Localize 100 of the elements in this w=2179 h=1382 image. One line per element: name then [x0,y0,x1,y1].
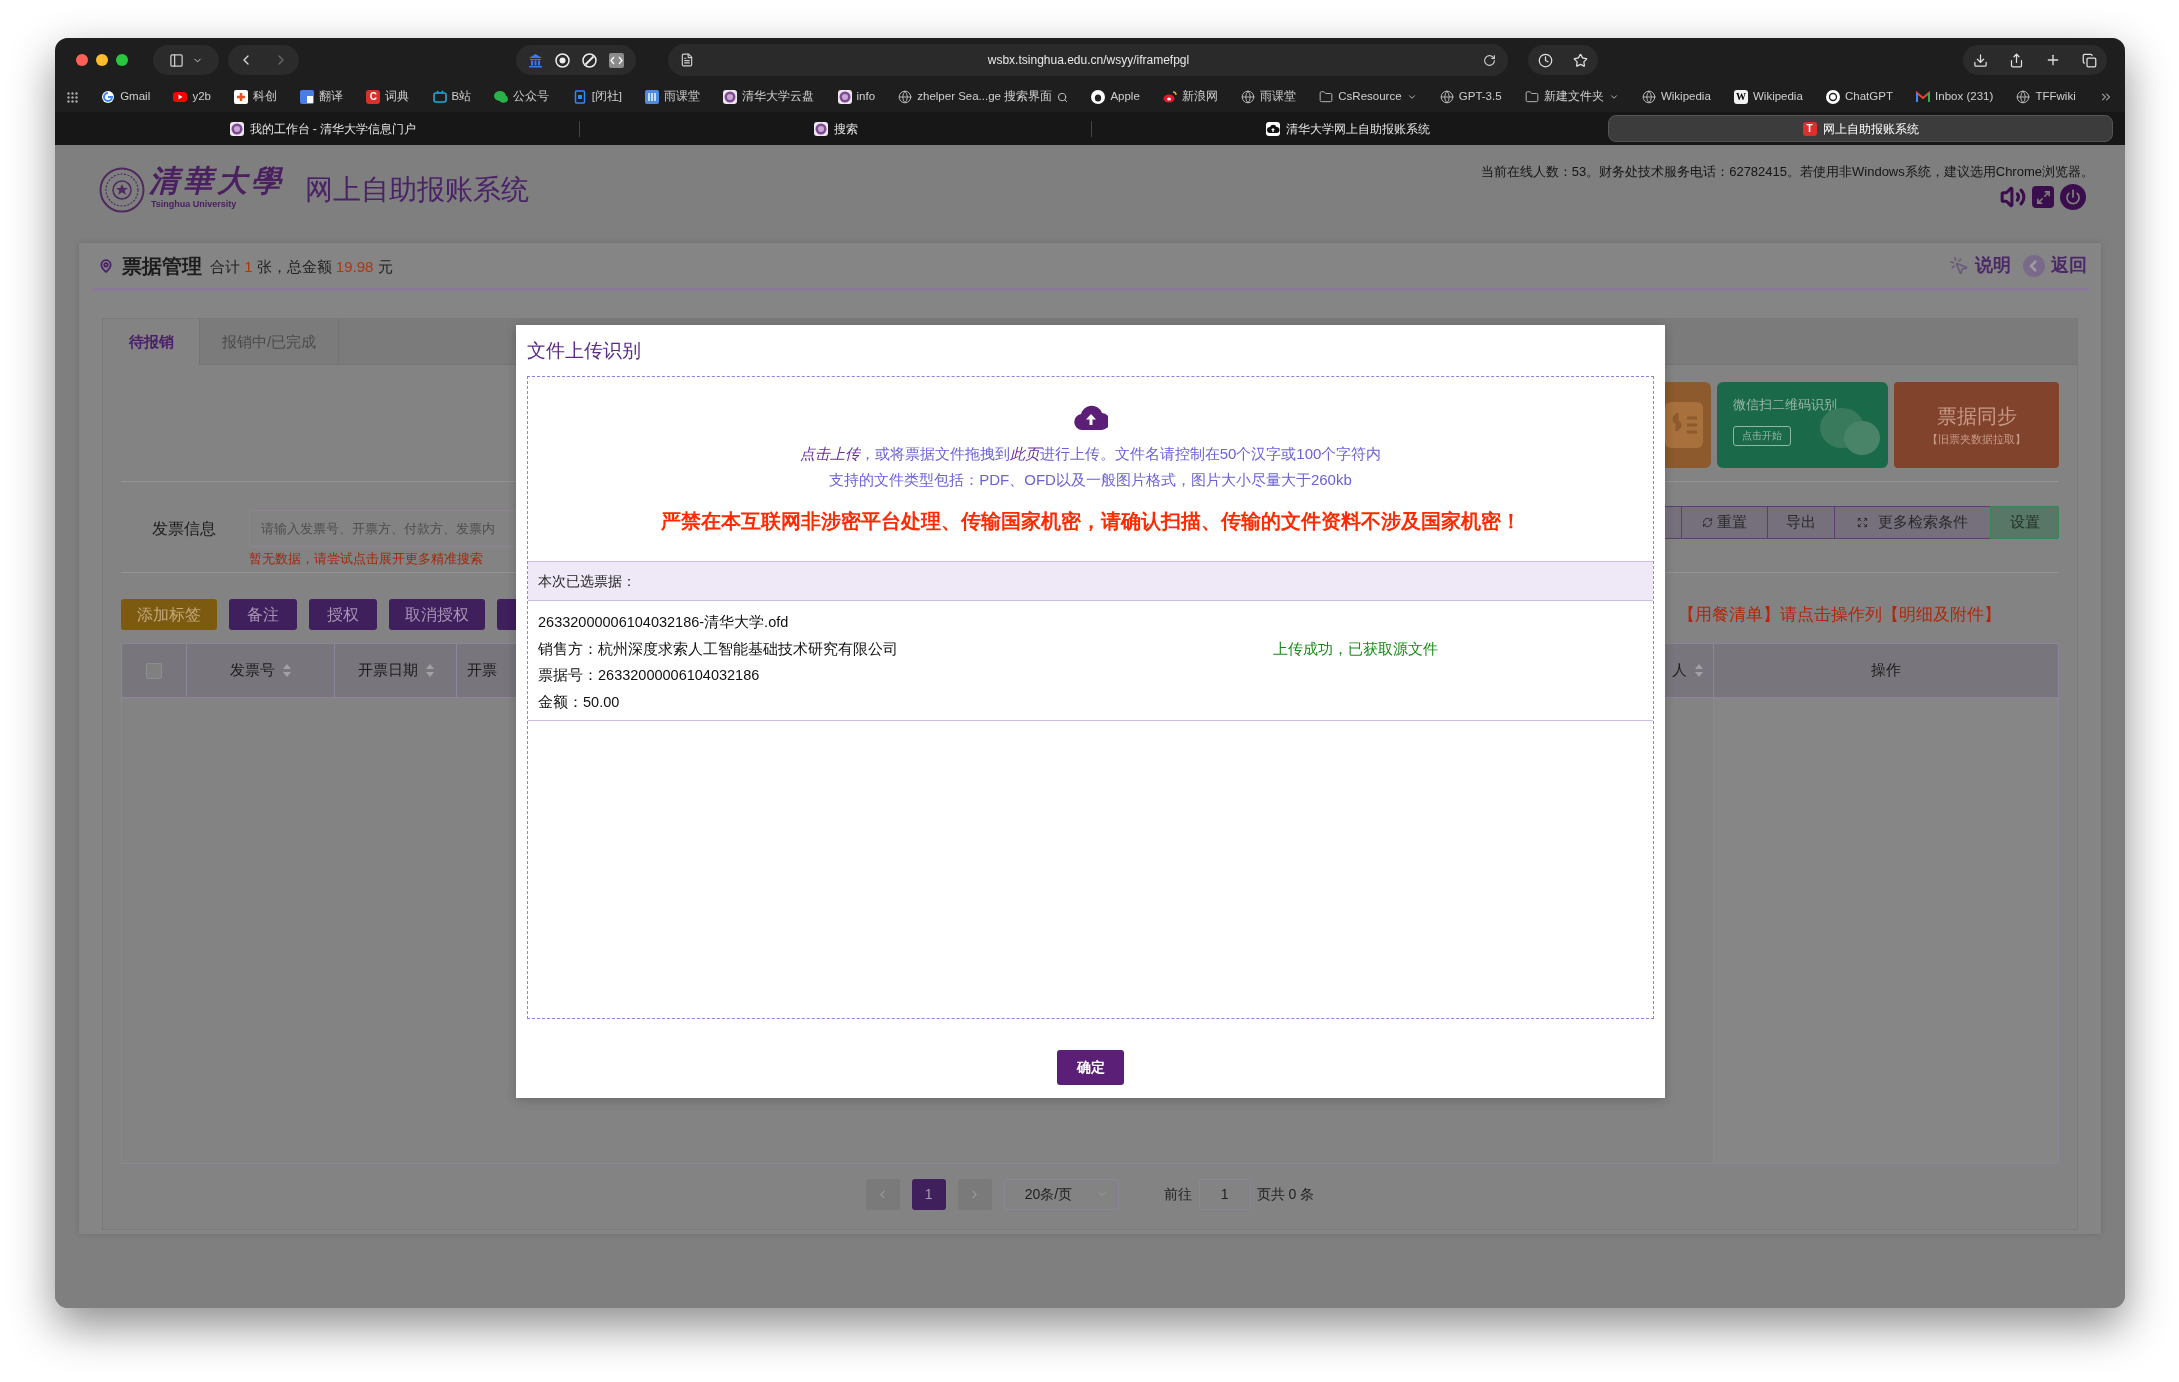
tab-overview-icon[interactable] [2081,52,2097,68]
column-title: 人 [1672,660,1687,681]
bookmark-link[interactable]: Inbox (231) [1935,88,1994,106]
bookmark-link[interactable]: 科创 [253,88,278,106]
address-bar[interactable]: wsbx.tsinghua.edu.cn/wsyy/iframefpgl [668,44,1508,76]
browser-tab[interactable]: 我的工作台 - 清华大学信息门户 [67,115,579,142]
bookmark-link[interactable]: 词典 [385,88,410,106]
amount-text: 金额：50.00 [538,692,621,712]
globe-icon [1439,90,1454,104]
apps-grid-icon[interactable] [67,91,78,103]
bookmark-link[interactable]: ChatGPT [1845,88,1893,106]
refresh-icon [1702,517,1713,528]
chevron-down-icon[interactable] [1406,92,1417,102]
browser-tab[interactable]: 清华大学网上自助报账系统 [1092,115,1604,142]
bookmark-link[interactable]: Wikipedia [1752,88,1803,106]
folder-icon [1524,90,1539,104]
bookmark-link[interactable]: GPT-3.5 [1458,88,1502,106]
code-icon[interactable] [609,52,624,68]
upload-instructions: 点击上传，或将票据文件拖拽到此页进行上传。文件名请控制在50个汉字或100个字符内 [799,444,1382,464]
tab-title: 网上自助报账系统 [1822,120,1919,138]
upload-status: 上传成功，已获取源文件 [1273,639,1438,659]
bookmark-link[interactable]: TFFwiki [2035,88,2076,106]
bookmark-link[interactable]: Wikipedia [1660,88,1711,106]
site-icon [645,90,660,104]
browser-tab[interactable]: T 网上自助报账系统 [1608,115,2113,142]
selected-files-header: 本次已选票据： [528,561,1653,601]
chevron-down-icon[interactable] [1608,92,1619,102]
site-icon [723,90,738,104]
speaker-icon[interactable] [2000,184,2026,210]
site-icon: T [1802,121,1817,136]
site-icon: C [366,90,381,104]
globe-icon [898,90,913,104]
close-window-button[interactable] [76,54,88,66]
bookmark-link[interactable]: 雨课堂 [664,88,701,106]
back-circle-icon [2023,254,2045,277]
page-button[interactable]: 1 [911,1178,946,1210]
mail-icon [1916,90,1931,104]
zoom-window-button[interactable] [116,54,128,66]
column-title: 开票日期 [357,660,418,681]
bookmark-link[interactable]: 雨课堂 [1260,88,1297,106]
total-text: 页共 0 条 [1256,1184,1315,1204]
search-icon [1057,91,1069,103]
select-all-checkbox[interactable] [146,662,162,679]
confirm-button[interactable]: 确定 [1057,1050,1124,1085]
file-name: 26332000006104032186-清华大学.ofd [538,613,790,632]
bookmark-link[interactable]: 翻译 [319,88,344,106]
site-icon [1162,90,1177,104]
action-button[interactable]: 取消授权 [389,599,485,630]
bookmark-link[interactable]: [闭社] [591,88,622,106]
bookmark-link[interactable]: 公众号 [513,88,550,106]
bookmark-link[interactable]: B站 [451,88,472,106]
record-icon[interactable] [555,52,570,68]
fullscreen-button[interactable] [2032,186,2054,208]
sidebar-icon [169,52,184,68]
action-button[interactable]: 授权 [309,599,377,630]
site-icon [234,90,249,104]
site-icon [173,90,188,104]
site-icon [1091,90,1106,104]
bookmark-star-icon[interactable] [1573,52,1588,68]
browser-tab[interactable]: 搜索 [579,115,1092,142]
reload-icon[interactable] [1483,53,1496,67]
bookmark-link[interactable]: 新建文件夹 [1543,88,1604,106]
invoice-number: 票据号：26332000006104032186 [538,666,761,685]
page-icon [680,53,694,67]
upload-drop-zone[interactable] [527,376,1654,1019]
action-button[interactable]: 备注 [229,599,297,630]
bookmark-link[interactable]: y2b [192,88,211,106]
receipt-icon [1665,402,1703,448]
bookmark-link[interactable]: zhelper Sea...ge 搜索界面 [917,88,1053,106]
card-title: 票据同步 [1936,404,2017,429]
university-seal-icon [99,167,145,213]
minimize-window-button[interactable] [96,54,108,66]
bookmark-link[interactable]: Gmail [120,88,151,106]
history-icon[interactable] [1538,52,1553,68]
notice-text: 当前在线人数：53。财务处技术服务电话：62782415。若使用非Windows系统，建议选用Chrome浏览器。 [1480,164,2094,180]
site-icon [1826,90,1840,104]
site-icon [837,90,852,104]
cloud-upload-icon [1073,404,1108,431]
location-pin-icon [99,258,113,273]
bookmark-link[interactable]: 新浪网 [1181,88,1218,106]
column-title: 开票 [467,660,497,681]
page-size-select[interactable]: 20条/页 [1003,1178,1119,1210]
site-icon [432,90,447,104]
page-number-field[interactable]: 1 [1198,1178,1251,1210]
share-icon[interactable] [2009,52,2025,68]
goto-label: 前往 [1163,1184,1192,1204]
column-title: 发票号 [230,660,275,681]
site-icon [1266,121,1281,136]
bookmark-link[interactable]: 清华大学云盘 [742,88,815,106]
bank-icon[interactable] [528,52,543,68]
tab-title: 搜索 [833,120,858,138]
hint-text: 暂无数据，请尝试点击展开更多精准搜索 [249,550,484,567]
logout-button[interactable] [2060,184,2086,210]
sidebar-button[interactable] [153,45,219,75]
bookmark-link[interactable]: Apple [1110,88,1140,106]
blocked-icon[interactable] [582,52,597,68]
card-title: 微信扫二维码识别 [1733,396,1837,414]
bookmark-link[interactable]: info [856,88,876,106]
download-icon[interactable] [1973,52,1989,68]
bookmark-link[interactable]: CsResource [1338,88,1402,106]
